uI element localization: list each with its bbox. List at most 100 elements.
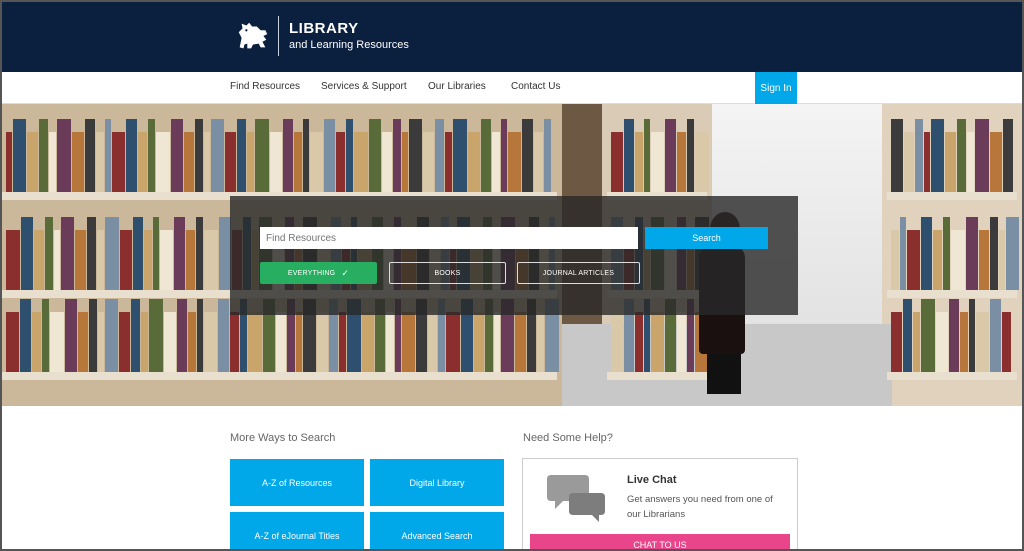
shelf-plank xyxy=(887,372,1017,380)
book-spine xyxy=(75,230,86,290)
nav-services-support[interactable]: Services & Support xyxy=(321,81,407,92)
book-spine xyxy=(296,312,302,372)
book-spine xyxy=(72,132,84,192)
nav-our-libraries[interactable]: Our Libraries xyxy=(428,81,486,92)
book-spine xyxy=(428,312,437,372)
logo-text: LIBRARY and Learning Resources xyxy=(289,21,409,51)
book-spine xyxy=(933,230,942,290)
library-logo[interactable]: LIBRARY and Learning Resources xyxy=(234,16,409,56)
book-spine xyxy=(195,119,203,192)
live-chat-title: Live Chat xyxy=(627,474,677,486)
tile-az-ejournal-titles[interactable]: A-Z of eJournal Titles xyxy=(230,512,364,549)
book-spine xyxy=(960,312,968,372)
book-spine xyxy=(197,299,203,372)
lion-crest-icon xyxy=(238,22,268,49)
book-spine xyxy=(501,119,507,192)
book-spine xyxy=(891,119,903,192)
book-spine xyxy=(921,299,935,372)
book-spine xyxy=(990,299,1001,372)
nav-find-resources[interactable]: Find Resources xyxy=(230,81,300,92)
nav-contact-us[interactable]: Contact Us xyxy=(511,81,560,92)
book-spine xyxy=(27,132,38,192)
book-spine xyxy=(990,132,1002,192)
book-spine xyxy=(635,132,643,192)
search-button[interactable]: Search xyxy=(645,227,768,249)
book-spine xyxy=(402,132,408,192)
book-spine xyxy=(445,132,452,192)
book-spine xyxy=(1002,312,1011,372)
filter-books[interactable]: BOOKS xyxy=(389,262,506,284)
book-spine xyxy=(644,119,650,192)
book-spine xyxy=(903,299,912,372)
book-spine xyxy=(230,312,239,372)
filter-journal-articles[interactable]: JOURNAL ARTICLES xyxy=(517,262,640,284)
book-spine xyxy=(611,132,623,192)
book-spine xyxy=(98,312,104,372)
book-spine xyxy=(665,119,676,192)
book-spine xyxy=(967,132,974,192)
book-spine xyxy=(924,132,930,192)
book-spine xyxy=(957,119,966,192)
shelf-plank xyxy=(887,290,1017,298)
sign-in-button[interactable]: Sign In xyxy=(755,72,797,104)
book-spine xyxy=(164,312,176,372)
search-input[interactable] xyxy=(260,227,638,249)
book-spine xyxy=(651,312,664,372)
book-spine xyxy=(907,230,920,290)
book-spine xyxy=(42,299,49,372)
book-spine xyxy=(237,119,246,192)
book-spine xyxy=(386,312,394,372)
book-spine xyxy=(45,217,53,290)
book-spine xyxy=(144,230,152,290)
logo-title: LIBRARY xyxy=(289,20,359,37)
book-spine xyxy=(369,119,381,192)
book-spine xyxy=(453,119,467,192)
book-spine xyxy=(900,217,906,290)
book-spine xyxy=(409,119,422,192)
book-spine xyxy=(6,132,12,192)
tile-az-resources[interactable]: A-Z of Resources xyxy=(230,459,364,506)
book-spine xyxy=(105,299,118,372)
book-spine xyxy=(474,312,484,372)
main-nav: Find Resources Services & Support Our Li… xyxy=(2,72,1022,104)
book-spine xyxy=(126,119,137,192)
book-spine xyxy=(446,312,460,372)
book-spine xyxy=(283,119,293,192)
book-spine xyxy=(966,217,978,290)
book-spine xyxy=(522,119,533,192)
tile-digital-library[interactable]: Digital Library xyxy=(370,459,504,506)
book-spine xyxy=(105,217,119,290)
book-spine xyxy=(276,312,286,372)
book-spine xyxy=(677,132,686,192)
book-spine xyxy=(544,119,551,192)
book-spine xyxy=(294,132,302,192)
book-spine xyxy=(611,312,623,372)
book-spine xyxy=(188,312,196,372)
book-spine xyxy=(97,230,104,290)
book-spine xyxy=(184,132,194,192)
filter-everything[interactable]: EVERYTHING ✓ xyxy=(260,262,377,284)
book-spine xyxy=(921,217,932,290)
book-spine xyxy=(65,299,77,372)
shelf-plank xyxy=(887,192,1017,200)
site-header: LIBRARY and Learning Resources xyxy=(2,2,1022,72)
book-spine xyxy=(141,312,148,372)
book-spine xyxy=(695,132,709,192)
book-spine xyxy=(21,217,33,290)
book-spine xyxy=(979,230,989,290)
book-spine xyxy=(435,119,444,192)
book-spine xyxy=(949,299,959,372)
chat-to-us-button[interactable]: CHAT TO US xyxy=(530,534,790,549)
book-spine xyxy=(6,312,19,372)
tile-advanced-search[interactable]: Advanced Search xyxy=(370,512,504,549)
check-icon: ✓ xyxy=(341,267,350,278)
book-spine xyxy=(999,230,1005,290)
book-spine xyxy=(515,312,526,372)
shelf-plank xyxy=(2,372,557,380)
book-spine xyxy=(402,312,415,372)
book-spine xyxy=(120,230,132,290)
hero-person-legs xyxy=(707,354,741,394)
book-spine xyxy=(153,217,159,290)
book-spine xyxy=(481,119,491,192)
book-spine xyxy=(218,299,229,372)
